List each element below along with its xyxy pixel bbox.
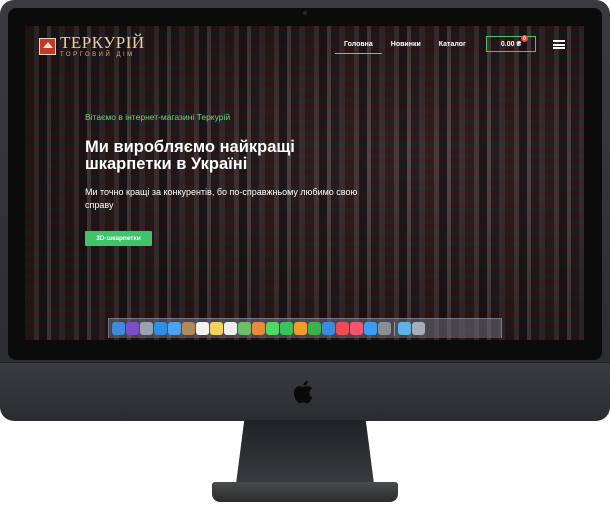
- menu-icon[interactable]: [553, 40, 565, 49]
- trash-icon[interactable]: [412, 322, 425, 335]
- facetime-icon[interactable]: [280, 322, 293, 335]
- website-screen: ТЕРКУРІЙ ТОРГОВИЙ ДІМ Головна Новинки Ка…: [25, 26, 584, 340]
- dock-separator: [394, 321, 395, 336]
- reminders-icon[interactable]: [224, 322, 237, 335]
- imac-stand: [236, 420, 374, 484]
- hero-overlay: [25, 26, 584, 340]
- finder-icon[interactable]: [112, 322, 125, 335]
- menu-icon-bar: [553, 47, 565, 49]
- siri-icon[interactable]: [126, 322, 139, 335]
- appstore-icon[interactable]: [364, 322, 377, 335]
- music-icon[interactable]: [350, 322, 363, 335]
- nav-item-catalog[interactable]: Каталог: [430, 41, 475, 48]
- folder-icon[interactable]: [398, 322, 411, 335]
- hero-welcome: Вітаємо в інтернет-магазині Теркурій: [85, 112, 231, 122]
- cta-button[interactable]: 3D-шкарпетки: [85, 231, 152, 246]
- cart-button[interactable]: 0.00 ₴ 0: [486, 35, 536, 52]
- brand-name: ТЕРКУРІЙ: [60, 33, 145, 52]
- hero-headline: Ми виробляємо найкращі шкарпетки в Украї…: [85, 138, 295, 173]
- camera: [303, 11, 307, 15]
- contacts-icon[interactable]: [182, 322, 195, 335]
- news-icon[interactable]: [336, 322, 349, 335]
- menu-icon-bar: [553, 43, 565, 46]
- logo-mark-icon: [39, 37, 56, 55]
- pages-icon[interactable]: [294, 322, 307, 335]
- cart-total: 0.00 ₴: [500, 40, 522, 48]
- photos-icon[interactable]: [252, 322, 265, 335]
- site-logo[interactable]: ТЕРКУРІЙ ТОРГОВИЙ ДІМ: [39, 34, 145, 58]
- menu-icon-bar: [553, 40, 565, 42]
- numbers-icon[interactable]: [308, 322, 321, 335]
- calendar-icon[interactable]: [196, 322, 209, 335]
- macos-dock: [108, 318, 502, 338]
- hero-subtext: Ми точно кращі за конкурентів, бо по-спр…: [85, 187, 358, 210]
- brand-tagline: ТОРГОВИЙ ДІМ: [60, 52, 135, 58]
- cart-count-badge: 0: [521, 35, 528, 42]
- launchpad-icon[interactable]: [140, 322, 153, 335]
- preferences-icon[interactable]: [378, 322, 391, 335]
- logo-text: ТЕРКУРІЙ ТОРГОВИЙ ДІМ: [60, 34, 145, 58]
- apple-logo-icon: [293, 380, 313, 404]
- main-nav: Головна Новинки Каталог: [335, 41, 475, 54]
- messages-icon[interactable]: [266, 322, 279, 335]
- notes-icon[interactable]: [210, 322, 223, 335]
- nav-item-home[interactable]: Головна: [335, 41, 382, 54]
- mail-icon[interactable]: [168, 322, 181, 335]
- safari-icon[interactable]: [154, 322, 167, 335]
- imac-stand-foot: [212, 482, 398, 502]
- maps-icon[interactable]: [238, 322, 251, 335]
- keynote-icon[interactable]: [322, 322, 335, 335]
- nav-item-new[interactable]: Новинки: [382, 41, 430, 48]
